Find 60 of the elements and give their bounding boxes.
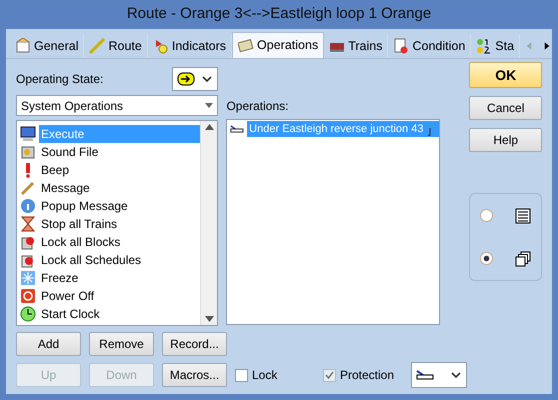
list-item[interactable]: Lock all Schedules (39, 251, 144, 269)
track-icon (416, 369, 434, 381)
monitor-icon (20, 126, 36, 142)
scroll-left-icon (524, 41, 534, 51)
button[interactable]: Remove (89, 332, 154, 356)
form-icon (15, 38, 31, 54)
speaker-icon (20, 144, 36, 160)
category-dropdown[interactable]: System Operations (16, 95, 218, 116)
field-label: Operating State: (16, 71, 104, 88)
list-item[interactable]: Popup Message (39, 197, 130, 215)
dialog-button[interactable]: Help (469, 128, 542, 152)
list-item[interactable]: Lock all Blocks (39, 233, 122, 251)
hourglass-icon (20, 216, 36, 232)
pages-icon (515, 250, 531, 266)
field-label: Operations: (226, 98, 290, 115)
tab[interactable]: Route (84, 34, 148, 58)
tab[interactable]: Operations (232, 32, 324, 58)
tab[interactable]: Condition (388, 34, 472, 58)
info-icon (20, 198, 36, 214)
list-item[interactable]: Power Off (39, 287, 96, 305)
scrollbar[interactable] (200, 121, 218, 325)
state-dropdown[interactable] (172, 67, 218, 91)
track-icon (230, 123, 244, 135)
tab[interactable]: Trains (324, 34, 388, 58)
dialog-button[interactable]: Cancel (469, 96, 542, 120)
pencil-icon (20, 180, 36, 196)
list-icon (515, 208, 531, 224)
radio-button[interactable] (480, 209, 494, 222)
snowflake-icon (20, 270, 36, 286)
scroll-down-icon[interactable] (204, 316, 214, 322)
scroll-up-icon[interactable] (204, 124, 214, 130)
clock-icon (20, 306, 36, 322)
list-item[interactable]: Freeze (39, 269, 80, 287)
document-icon (393, 38, 410, 54)
ok-button[interactable]: OK (469, 62, 542, 88)
button[interactable]: Add (16, 332, 81, 356)
ruler-icon (89, 38, 106, 54)
lock-icon (20, 234, 36, 250)
checkbox[interactable] (235, 368, 248, 382)
tab[interactable]: General (10, 34, 84, 58)
list-item[interactable]: Beep (39, 161, 72, 179)
list-item[interactable]: Message (39, 179, 92, 197)
track-dropdown[interactable] (411, 362, 467, 388)
checkbox-label[interactable]: Lock (252, 366, 278, 384)
tab[interactable]: Sta (471, 34, 520, 58)
button[interactable]: Macros... (162, 363, 227, 387)
umbrella-icon (423, 120, 438, 137)
scroll-right-icon (543, 41, 552, 51)
checkbox[interactable] (323, 368, 336, 382)
power-icon (20, 288, 36, 304)
list-item[interactable]: Stop all Trains (39, 215, 120, 233)
caret-icon (201, 74, 214, 84)
caret-icon (450, 370, 462, 380)
signal-icon (476, 38, 492, 54)
list-item[interactable]: Start Clock (39, 305, 102, 323)
radio-button[interactable] (480, 252, 494, 265)
checkbox-label[interactable]: Protection (340, 366, 394, 384)
button[interactable]: Record... (162, 332, 227, 356)
list-item[interactable]: Sound File (39, 143, 100, 161)
caret-icon (205, 102, 214, 108)
